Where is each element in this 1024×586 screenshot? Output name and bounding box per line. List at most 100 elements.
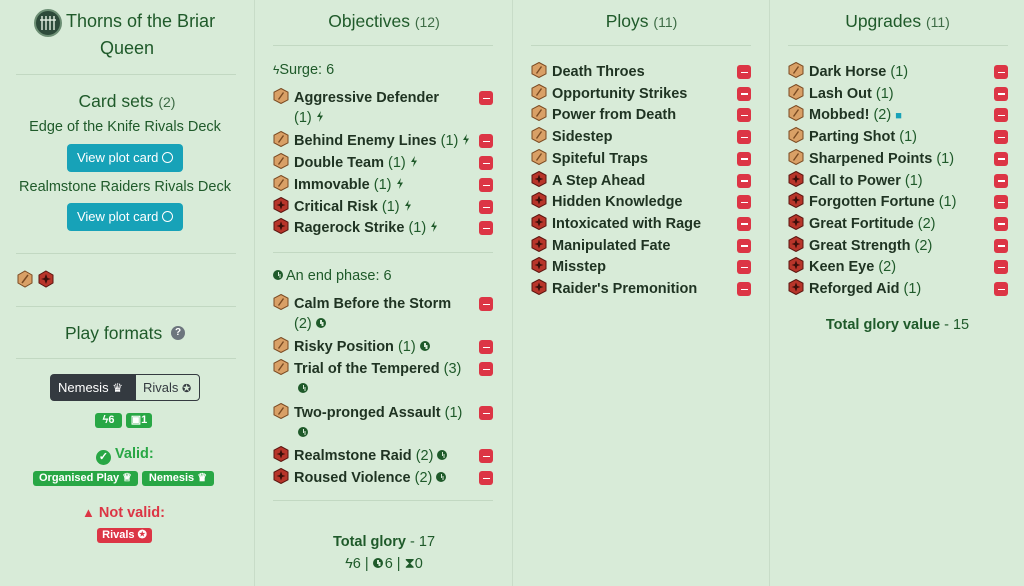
card-count: (2) xyxy=(878,259,897,276)
ploy-card-row[interactable]: Spiteful Traps xyxy=(531,148,731,169)
remove-card-button[interactable] xyxy=(479,91,493,105)
ploy-card-row[interactable]: Misstep xyxy=(531,257,731,277)
card-count: (2) xyxy=(917,215,936,232)
upgrade-card-row[interactable]: Mobbed! (2) ■ xyxy=(788,105,988,125)
remove-card-button[interactable] xyxy=(994,65,1008,79)
objective-card-row[interactable]: Trial of the Tempered (3) xyxy=(273,359,473,393)
ploy-card-row[interactable]: Raider's Premonition xyxy=(531,279,731,299)
bolt-icon: ϟ xyxy=(345,556,353,572)
ploy-card-row[interactable]: Intoxicated with Rage xyxy=(531,213,731,234)
upgrade-card-row[interactable]: Dark Horse (1) xyxy=(788,62,988,82)
upgrade-card-row[interactable]: Great Fortitude (2) xyxy=(788,213,988,234)
realmstone-raiders-set-icon xyxy=(531,192,547,209)
clock-icon xyxy=(436,472,447,482)
upgrade-card-row[interactable]: Great Strength (2) xyxy=(788,235,988,256)
remove-card-button[interactable] xyxy=(994,216,1008,231)
remove-card-button[interactable] xyxy=(737,173,751,188)
bolt-icon xyxy=(316,111,323,122)
remove-card-button[interactable] xyxy=(994,173,1008,188)
remove-card-button[interactable] xyxy=(479,449,493,463)
objective-card-row[interactable]: Roused Violence (2) xyxy=(273,468,473,488)
ploy-card-row[interactable]: Opportunity Strikes xyxy=(531,83,731,104)
divider xyxy=(16,306,236,307)
card-name: Death Throes xyxy=(552,64,645,80)
remove-card-button[interactable] xyxy=(479,134,493,148)
upgrades-column: Upgrades (11) Dark Horse (1) Lash Out (1)… xyxy=(769,0,1024,586)
remove-card-button[interactable] xyxy=(737,65,751,79)
remove-card-button[interactable] xyxy=(479,340,493,354)
faction-name-line2: Queen xyxy=(99,38,155,58)
card-count: (1) xyxy=(408,220,427,236)
ploy-card-row[interactable]: Hidden Knowledge xyxy=(531,192,731,212)
remove-card-button[interactable] xyxy=(479,156,493,170)
card-name: Sharpened Points xyxy=(809,150,933,167)
upgrade-card-row[interactable]: Reforged Aid (1) xyxy=(788,279,988,299)
remove-card-button[interactable] xyxy=(479,471,493,485)
remove-card-button[interactable] xyxy=(479,221,493,235)
remove-card-button[interactable] xyxy=(737,260,751,275)
card-count: (2) xyxy=(414,470,433,486)
ploy-card-row[interactable]: Power from Death xyxy=(531,105,731,125)
upgrade-card-row[interactable]: Forgotten Fortune (1) xyxy=(788,192,988,212)
objective-card-row[interactable]: Risky Position (1) xyxy=(273,337,473,357)
ploys-title: Ploys (11) xyxy=(605,11,678,31)
remove-card-button[interactable] xyxy=(994,151,1008,166)
remove-card-button[interactable] xyxy=(479,406,493,420)
realmstone-raiders-set-icon xyxy=(788,170,804,187)
edge-of-knife-set-icon xyxy=(273,337,289,353)
edge-of-knife-set-icon xyxy=(531,105,547,122)
edge-of-knife-set-icon xyxy=(531,83,547,100)
view-plot-card-button[interactable]: View plot card xyxy=(67,144,183,172)
remove-card-button[interactable] xyxy=(994,86,1008,101)
ploy-card-row[interactable]: Sidestep xyxy=(531,127,731,147)
remove-card-button[interactable] xyxy=(994,108,1008,123)
remove-card-button[interactable] xyxy=(479,362,493,376)
card-name: A Step Ahead xyxy=(552,172,646,189)
remove-card-button[interactable] xyxy=(479,297,493,311)
objective-card-row[interactable]: Calm Before the Storm (2) xyxy=(273,294,458,332)
ploy-card-row[interactable]: A Step Ahead xyxy=(531,170,731,191)
ploy-card-row[interactable]: Manipulated Fate xyxy=(531,235,731,256)
remove-card-button[interactable] xyxy=(479,200,493,214)
upgrade-card-row[interactable]: Sharpened Points (1) xyxy=(788,148,988,169)
remove-card-button[interactable] xyxy=(994,282,1008,296)
upgrade-card-row[interactable]: Lash Out (1) xyxy=(788,83,988,104)
objective-card-row[interactable]: Double Team (1) xyxy=(273,153,483,173)
divider xyxy=(16,253,236,254)
remove-card-button[interactable] xyxy=(737,151,751,166)
upgrade-card-row[interactable]: Call to Power (1) xyxy=(788,170,988,191)
objective-card-row[interactable]: Behind Enemy Lines (1) xyxy=(273,131,483,151)
remove-card-button[interactable] xyxy=(737,130,751,145)
format-toggle-rivals[interactable]: Rivals ✪ xyxy=(135,374,200,401)
card-name: Keen Eye xyxy=(809,259,875,276)
upgrade-card-row[interactable]: Keen Eye (2) xyxy=(788,257,988,277)
remove-card-button[interactable] xyxy=(737,282,751,296)
realmstone-raiders-set-icon xyxy=(788,257,804,274)
objective-card-row[interactable]: Two-pronged Assault (1) xyxy=(273,403,473,437)
remove-card-button[interactable] xyxy=(994,238,1008,253)
bolt-icon xyxy=(431,221,438,232)
remove-card-button[interactable] xyxy=(737,195,751,210)
card-name: Great Fortitude xyxy=(809,215,914,232)
remove-card-button[interactable] xyxy=(994,195,1008,210)
remove-card-button[interactable] xyxy=(737,216,751,231)
format-toggle-nemesis[interactable]: Nemesis ♛ xyxy=(50,374,135,401)
remove-card-button[interactable] xyxy=(479,178,493,192)
objective-card-row[interactable]: Realmstone Raid (2) xyxy=(273,446,473,466)
card-name: Manipulated Fate xyxy=(552,237,671,254)
objective-card-row[interactable]: Critical Risk (1) xyxy=(273,197,483,217)
upgrade-card-row[interactable]: Parting Shot (1) xyxy=(788,127,988,147)
view-plot-card-button[interactable]: View plot card xyxy=(67,203,183,231)
remove-card-button[interactable] xyxy=(994,260,1008,275)
objective-card-row[interactable]: Ragerock Strike (1) xyxy=(273,218,483,238)
edge-of-knife-set-icon xyxy=(531,62,547,78)
end-phase-group-header: An end phase: 6 xyxy=(273,268,392,284)
remove-card-button[interactable] xyxy=(737,86,751,101)
remove-card-button[interactable] xyxy=(994,130,1008,145)
objective-card-row[interactable]: Immovable (1) xyxy=(273,175,483,195)
help-icon[interactable]: ? xyxy=(171,326,185,340)
remove-card-button[interactable] xyxy=(737,238,751,253)
objective-card-row[interactable]: Aggressive Defender (1) xyxy=(273,88,453,126)
remove-card-button[interactable] xyxy=(737,108,751,123)
ploy-card-row[interactable]: Death Throes xyxy=(531,62,731,82)
